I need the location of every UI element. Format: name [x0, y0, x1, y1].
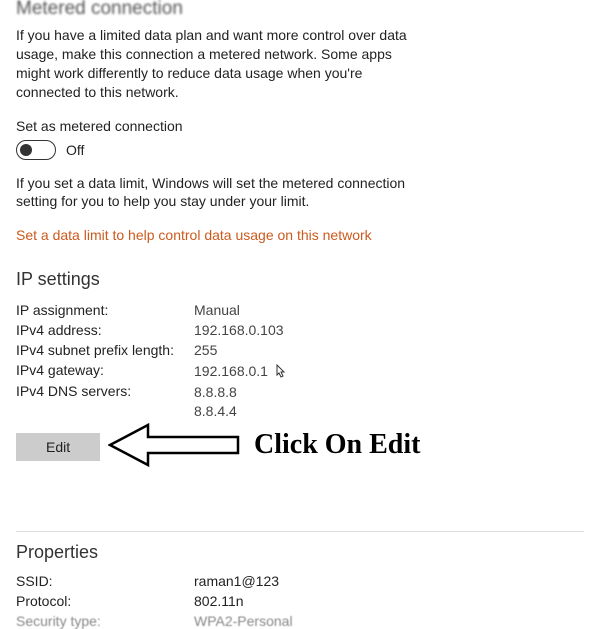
ipv4-gateway-label: IPv4 gateway: [16, 362, 194, 379]
annotation-text: Click On Edit [254, 429, 420, 461]
metered-toggle-state: Off [66, 142, 84, 158]
properties-grid: SSID: raman1@123 Protocol: 802.11n Secur… [16, 573, 584, 629]
edit-button[interactable]: Edit [16, 433, 100, 461]
data-limit-description: If you set a data limit, Windows will se… [16, 174, 416, 212]
ipv4-dns-value: 8.8.8.8 8.8.4.4 [194, 383, 584, 421]
metered-toggle-label: Set as metered connection [16, 118, 584, 134]
ssid-label: SSID: [16, 573, 194, 589]
ipv4-prefix-value: 255 [194, 342, 584, 358]
ipv4-dns-label: IPv4 DNS servers: [16, 383, 194, 421]
metered-connection-title: Metered connection [16, 0, 584, 20]
metered-description: If you have a limited data plan and want… [16, 26, 416, 102]
protocol-label: Protocol: [16, 593, 194, 609]
ip-settings-title: IP settings [16, 269, 584, 290]
arrow-left-icon [108, 420, 248, 470]
ip-assignment-label: IP assignment: [16, 302, 194, 318]
ipv4-address-label: IPv4 address: [16, 322, 194, 338]
security-type-label: Security type: [16, 613, 194, 629]
protocol-value: 802.11n [194, 593, 584, 609]
ipv4-gateway-value: 192.168.0.1 [194, 362, 584, 379]
ipv4-prefix-label: IPv4 subnet prefix length: [16, 342, 194, 358]
ssid-value: raman1@123 [194, 573, 584, 589]
annotation-arrow-group: Click On Edit [108, 420, 420, 470]
ip-settings-grid: IP assignment: Manual IPv4 address: 192.… [16, 302, 584, 421]
ipv4-address-value: 192.168.0.103 [194, 322, 584, 338]
properties-title: Properties [16, 542, 584, 563]
divider [16, 531, 584, 532]
ip-assignment-value: Manual [194, 302, 584, 318]
metered-toggle[interactable] [16, 140, 56, 160]
set-data-limit-link[interactable]: Set a data limit to help control data us… [16, 227, 372, 243]
security-type-value: WPA2-Personal [194, 613, 584, 629]
cursor-icon [276, 364, 286, 378]
toggle-knob [20, 144, 32, 156]
